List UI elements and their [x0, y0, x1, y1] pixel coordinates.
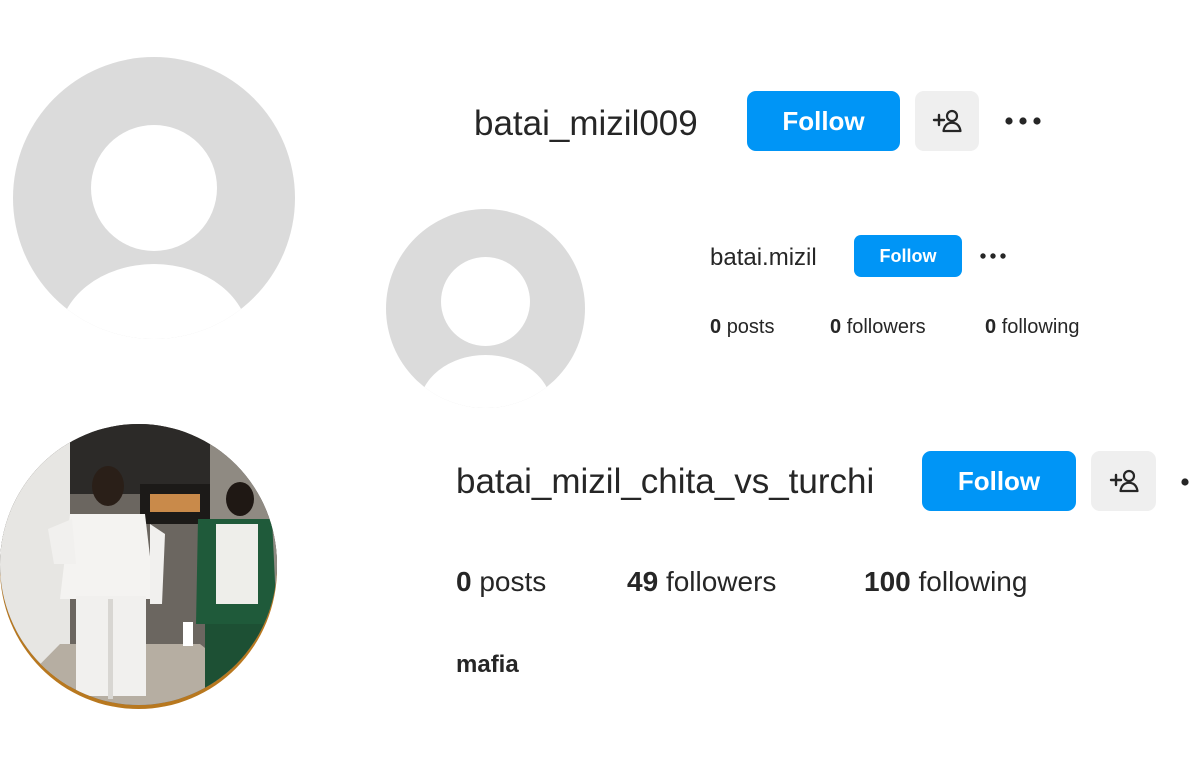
add-person-icon	[932, 109, 962, 133]
follow-button[interactable]: Follow	[747, 91, 900, 151]
following-label: following	[1001, 316, 1080, 338]
followers-number: 0	[830, 316, 842, 338]
follow-button[interactable]: Follow	[854, 235, 962, 277]
more-dots-icon	[1005, 117, 1041, 125]
username: batai.mizil	[710, 244, 817, 271]
following-count[interactable]: 100 following	[864, 566, 1027, 598]
following-number: 100	[864, 566, 911, 597]
more-dots-icon	[980, 253, 1006, 259]
add-person-icon	[1109, 469, 1139, 493]
profile-photo[interactable]	[0, 424, 277, 705]
more-options-button[interactable]	[1176, 470, 1200, 494]
default-avatar[interactable]	[13, 57, 295, 339]
username: batai_mizil009	[474, 104, 698, 143]
following-label: following	[918, 566, 1028, 597]
profile-photo-image	[0, 424, 277, 705]
more-dots-icon	[1181, 478, 1189, 486]
avatar-head-shape	[441, 257, 530, 346]
posts-number: 0	[456, 566, 472, 597]
suggested-accounts-button[interactable]	[915, 91, 979, 151]
username: batai_mizil_chita_vs_turchi	[456, 462, 875, 501]
followers-number: 49	[627, 566, 659, 597]
followers-label: followers	[846, 316, 926, 338]
followers-count[interactable]: 0 followers	[830, 316, 926, 339]
posts-count[interactable]: 0 posts	[710, 316, 775, 339]
bio-text: mafia	[456, 651, 519, 678]
posts-count[interactable]: 0 posts	[456, 566, 546, 598]
following-count[interactable]: 0 following	[985, 316, 1080, 339]
follow-button[interactable]: Follow	[922, 451, 1076, 511]
followers-count[interactable]: 49 followers	[627, 566, 776, 598]
posts-label: posts	[726, 316, 775, 338]
followers-label: followers	[665, 566, 777, 597]
default-avatar[interactable]	[386, 209, 585, 408]
more-options-button[interactable]	[998, 106, 1048, 136]
posts-number: 0	[710, 316, 722, 338]
avatar-body-shape	[59, 264, 249, 339]
following-number: 0	[985, 316, 997, 338]
avatar-head-shape	[91, 125, 217, 251]
suggested-accounts-button[interactable]	[1091, 451, 1156, 511]
posts-label: posts	[479, 566, 547, 597]
more-options-button[interactable]	[975, 245, 1011, 267]
avatar-body-shape	[419, 355, 552, 408]
